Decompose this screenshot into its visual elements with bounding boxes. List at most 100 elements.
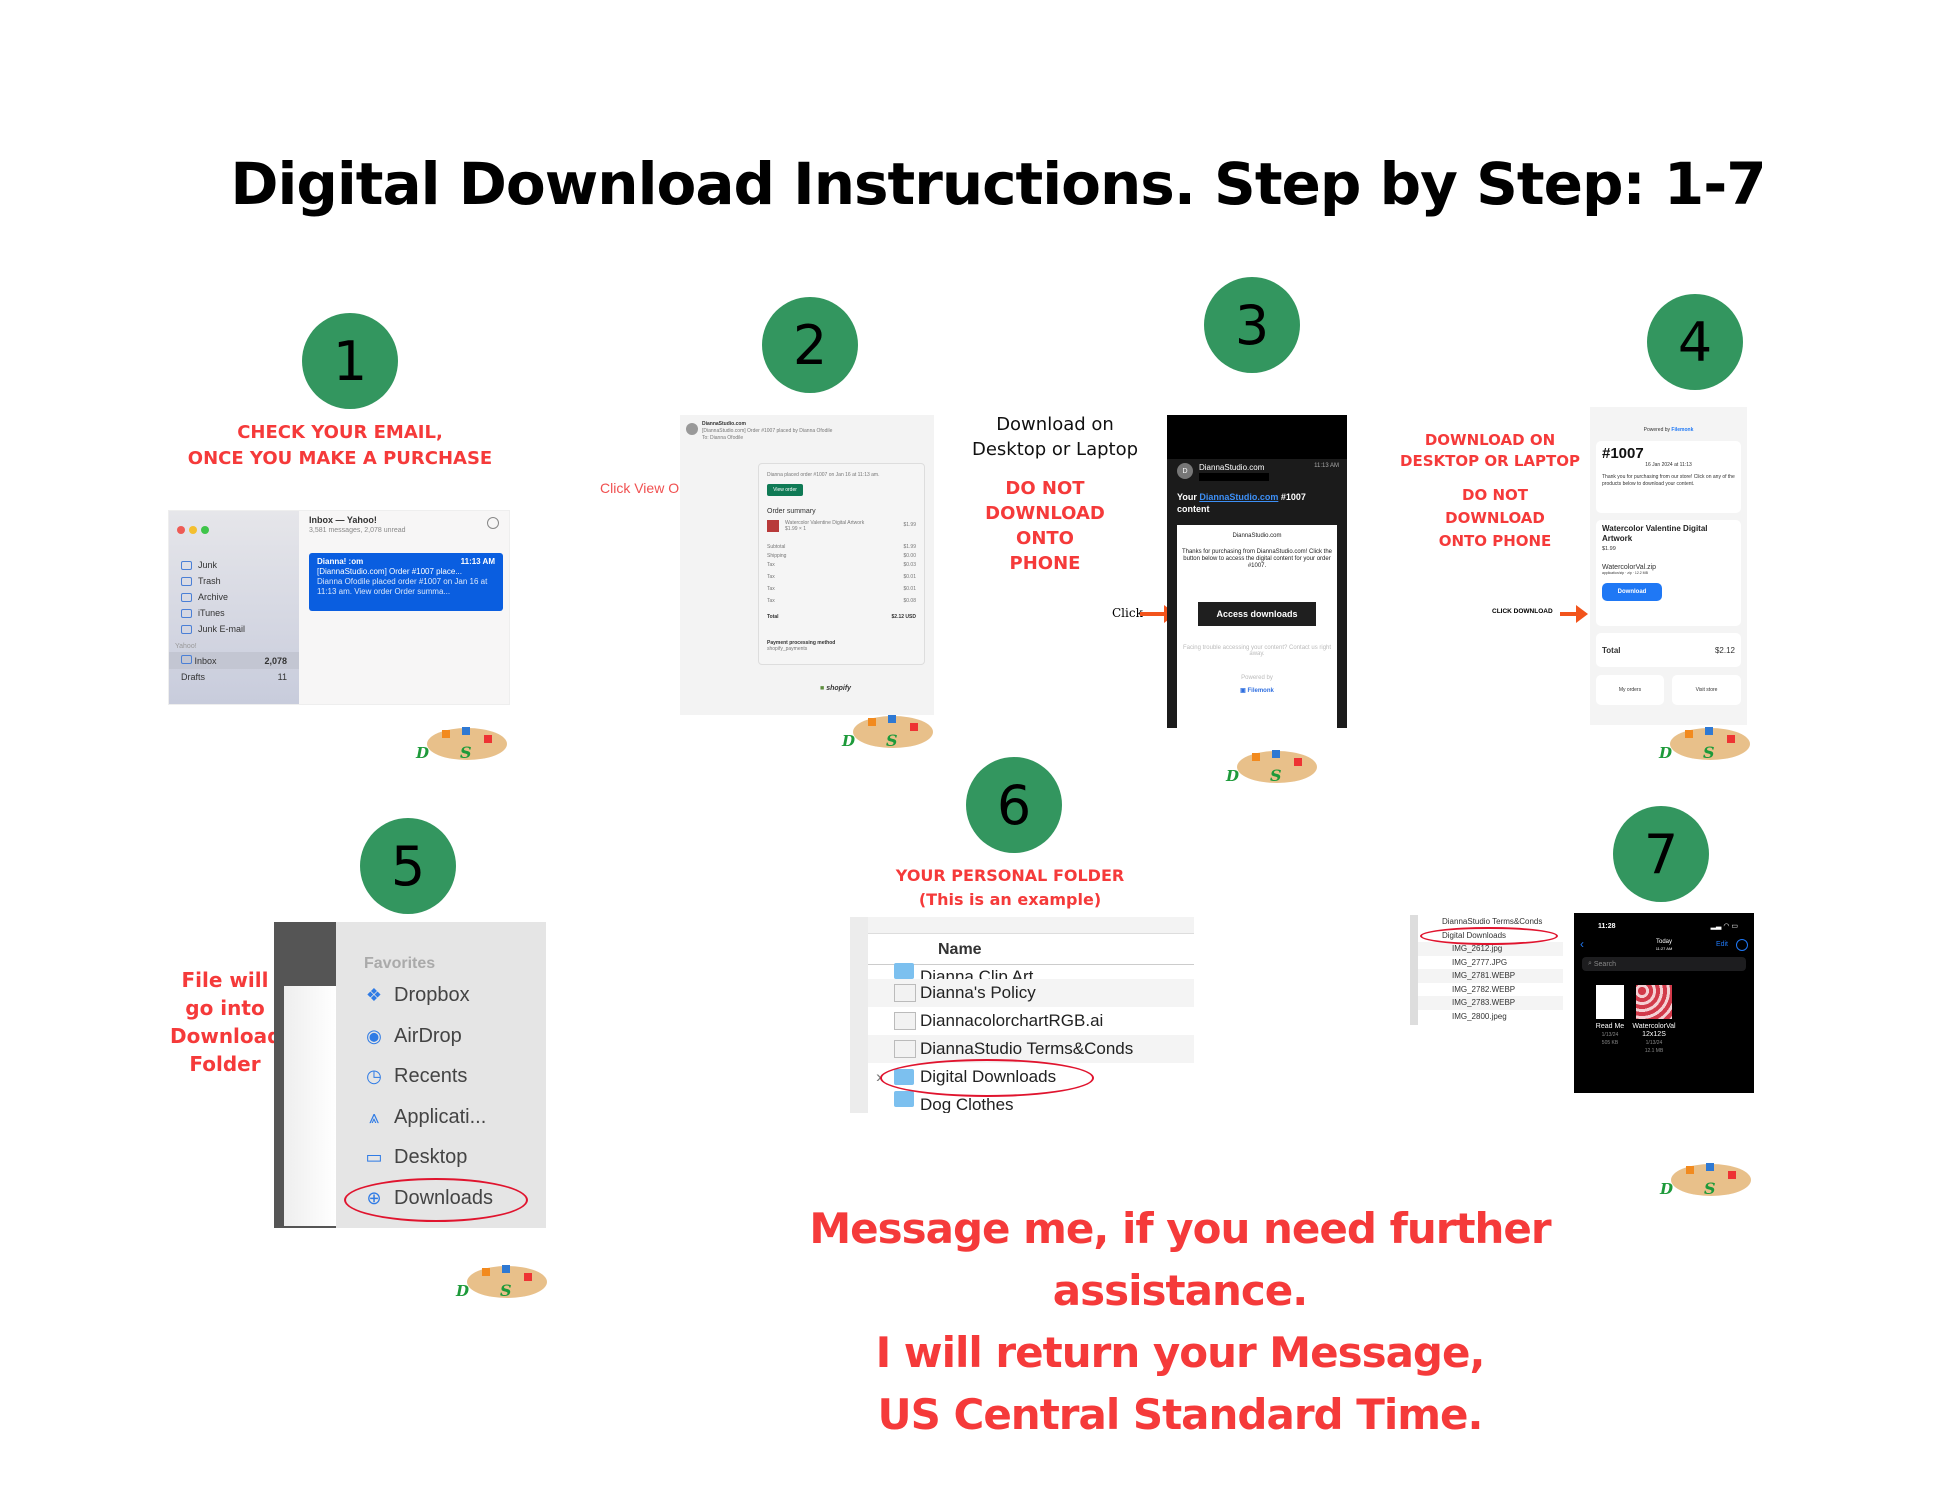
svg-text:D: D [841,732,855,750]
price-lines: Subtotal $1.99 Shipping $0.00 Tax $0.03 Tax… [767,544,916,620]
filemonk-logo: ▣ Filemonk [1240,688,1274,694]
status-clock: 11:28 [1598,923,1616,930]
step-1-badge: 1 [302,313,398,409]
mail-folder[interactable]: Trash [169,573,299,589]
email-time: 11:13 AM [1314,463,1339,469]
store-link[interactable]: DiannaStudio.com [1199,492,1278,502]
favorites-header: Favorites [364,955,436,972]
mail-folder[interactable]: Junk E-mail [169,621,299,637]
drafts-folder[interactable]: Drafts 11 [169,669,299,685]
step-3-badge: 3 [1204,277,1300,373]
edit-button[interactable]: Edit [1716,941,1728,948]
search-field[interactable]: ⌕ Search [1582,957,1746,971]
finder-item-desktop[interactable]: ▭ Desktop [364,1146,467,1169]
step-2-badge: 2 [762,297,858,393]
footer-line: Message me, if you need further assistan… [809,1204,1551,1315]
logo-2: DS [838,710,933,755]
logo-1: DS [412,722,507,767]
highlight-circle [880,1059,1094,1097]
status-icons: ▂▃ ◠ ▭ [1710,923,1738,930]
account-label: Yahoo! [175,643,197,650]
step-7-phone-files-screenshot: 11:28 ▂▃ ◠ ▭ ‹ Today 11:27 AM Edit ⌕ Sea… [1574,913,1754,1093]
svg-text:D: D [455,1282,469,1300]
file-row[interactable]: Dianna Clip Art [868,957,1194,979]
sender-avatar: D [1177,463,1193,479]
folder-icon [181,624,192,634]
page-title: Digital Download Instructions. Step by S… [230,150,1766,218]
file-thumbnail-readme[interactable] [1596,985,1624,1019]
step-5-badge: 5 [360,818,456,914]
summary-title: Order summary [767,508,816,515]
finder-item-recents[interactable]: ◷ Recents [364,1065,467,1088]
step-7-badge: 7 [1613,806,1709,902]
svg-text:S: S [1270,766,1282,785]
tree-row[interactable]: IMG_2781.WEBP [1418,969,1563,983]
powered-by: Powered by Filemonk [1643,427,1694,433]
total-card: Total $2.12 [1596,633,1741,667]
visit-store-button[interactable]: Visit store [1672,675,1741,705]
tree-row[interactable]: IMG_2783.WEBP [1418,996,1563,1010]
svg-text:D: D [1225,767,1239,785]
my-orders-button[interactable]: My orders [1596,675,1664,705]
download-button[interactable]: Download [1602,583,1662,601]
step-3-warning: DO NOT DOWNLOAD ONTO PHONE [985,478,1105,574]
mail-folder[interactable]: Junk [169,557,299,573]
step-6-file-list-screenshot: Name Dianna Clip Art Dianna's Policy Dia… [850,917,1194,1113]
tree-row[interactable]: IMG_2782.WEBP [1418,983,1563,997]
document-icon [894,1040,916,1058]
sender-name: DiannaStudio.com [1199,463,1265,472]
mail-folder[interactable]: Archive [169,589,299,605]
file-label: WatercolorVal 12x12S 1/13/24 12.1 MB [1632,1023,1676,1054]
mailbox-count: 3,581 messages, 2,078 unread [309,527,406,534]
step-4-download-page-screenshot: Powered by Filemonk #1007 16 Jan 2024 at… [1590,407,1747,725]
arrow-icon [1560,605,1588,623]
step-4-badge: 4 [1647,294,1743,390]
file-row[interactable]: DiannaStudio Terms&Conds [868,1035,1194,1063]
finder-item-applications[interactable]: ⩓ Applicati... [364,1106,486,1129]
step-5-caption: File will go into Download Folder [170,968,282,1076]
step-5-finder-sidebar-screenshot: Favorites ❖ Dropbox ◉ AirDrop ◷ Recents ⩓ Ap… [274,922,546,1228]
caption-line: CHECK YOUR EMAIL, [237,422,443,443]
trash-icon [181,576,192,586]
caption-line: ONCE YOU MAKE A PURCHASE [187,448,493,469]
shopify-logo: ■ shopify [820,685,852,692]
applications-icon: ⩓ [368,1107,380,1127]
item-qty: $1.99 × 1 [785,526,806,532]
file-thumbnail-watercolor[interactable] [1636,985,1672,1019]
arrow-icon [1140,605,1176,623]
file-row[interactable]: Dianna's Policy [868,979,1194,1007]
document-icon [894,1012,916,1030]
step-4-note: DOWNLOAD ON DESKTOP OR LAPTOP [1400,431,1580,470]
step-7-folder-tree-screenshot: DiannaStudio Terms&Conds Digital Downloa… [1410,915,1563,1025]
airdrop-icon: ◉ [366,1026,382,1046]
inbox-folder[interactable]: Inbox 2,078 [169,652,299,669]
svg-text:D: D [415,744,429,762]
sender-name: DiannaStudio.com [702,421,746,427]
email-subject: Your DiannaStudio.com #1007 content [1177,492,1306,514]
logo-3: DS [1222,745,1317,790]
product-thumbnail [767,520,779,532]
svg-text:S: S [460,743,472,762]
logo-7: DS [1656,1158,1751,1203]
clock-icon: ◷ [366,1066,382,1086]
tree-row[interactable]: IMG_2777.JPG [1418,956,1563,970]
order-intro: Dianna placed order #1007 on Jan 16 at 1… [767,472,880,478]
view-order-button[interactable]: View order [767,484,803,496]
mailbox-title: Inbox — Yahoo! [309,515,377,525]
email-body: DiannaStudio.com Thanks for purchasing f… [1177,525,1337,728]
more-icon[interactable] [1736,939,1748,951]
finder-item-airdrop[interactable]: ◉ AirDrop [364,1025,462,1048]
mail-sidebar: Junk Trash Archive iTunes Junk E-mail Ya… [169,511,299,704]
svg-text:S: S [886,731,898,750]
logo-5: DS [452,1260,547,1305]
document-icon [894,984,916,1002]
logo-4: DS [1655,722,1750,767]
access-downloads-button[interactable]: Access downloads [1198,602,1316,626]
email-message-row[interactable]: Dianna! :om 11:13 AM [DiannaStudio.com] O… [309,553,503,611]
mail-folder[interactable]: iTunes [169,605,299,621]
filter-icon[interactable] [487,517,499,529]
finder-item-dropbox[interactable]: ❖ Dropbox [364,984,470,1007]
inbox-icon [181,655,192,664]
tree-row[interactable]: IMG_2800.jpeg [1418,1010,1563,1024]
file-row[interactable]: DiannacolorchartRGB.ai [868,1007,1194,1035]
